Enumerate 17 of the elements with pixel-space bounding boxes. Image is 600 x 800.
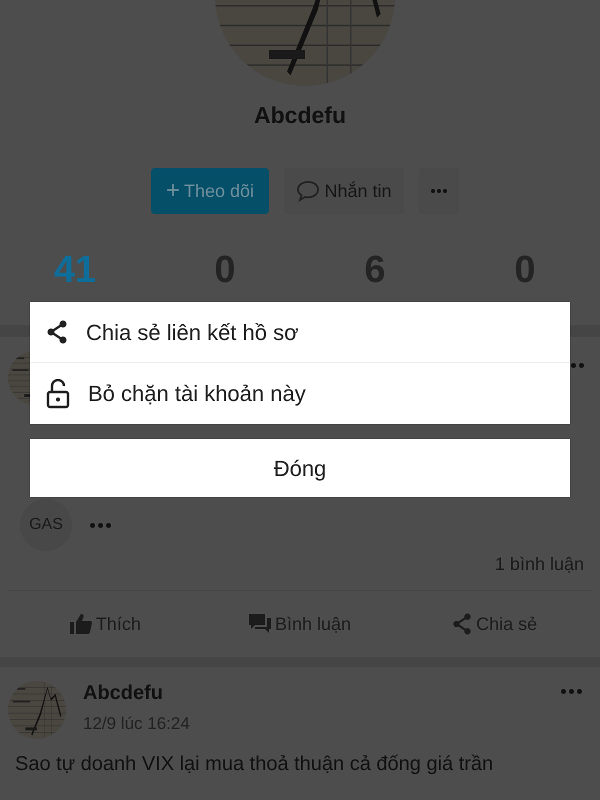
speech-bubble-icon bbox=[296, 180, 320, 202]
padlock-icon bbox=[46, 378, 70, 408]
more-icon[interactable] bbox=[561, 689, 582, 694]
speech-bubbles-icon bbox=[248, 614, 271, 634]
author-name[interactable]: Abcdefu bbox=[83, 681, 544, 705]
stat-count[interactable]: 41 bbox=[54, 250, 96, 290]
profile-name: Abcdefu bbox=[253, 101, 347, 130]
thumbs-up-icon bbox=[70, 614, 92, 634]
post-text: Sao tự doanh VIX lại mua thoả thuận cả đống giá trần bbox=[14, 752, 494, 777]
share-icon bbox=[452, 613, 472, 635]
menu-item[interactable]: Bỏ chặn tài khoản này bbox=[30, 362, 570, 424]
menu-item[interactable]: Chia sẻ liên kết hồ sơ bbox=[30, 302, 570, 362]
follow-button[interactable]: + Theo dõi bbox=[151, 168, 269, 214]
share-icon bbox=[46, 320, 68, 344]
close-button[interactable]: Đóng bbox=[30, 439, 570, 497]
more-icon[interactable] bbox=[90, 522, 111, 528]
more-button[interactable] bbox=[419, 168, 459, 214]
